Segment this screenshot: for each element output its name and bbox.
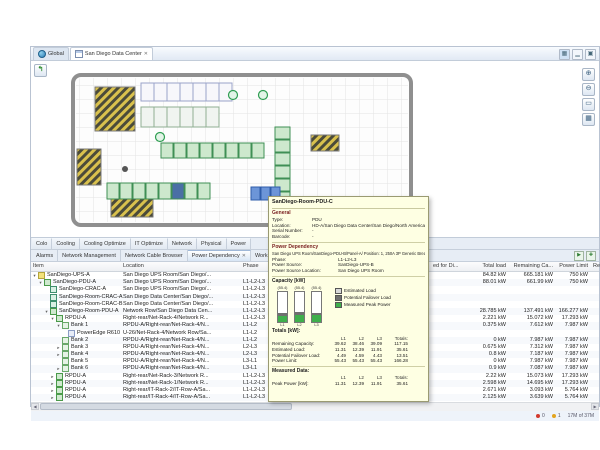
horizontal-scrollbar[interactable]: ◀ ▶ (31, 402, 599, 411)
device-icon (68, 330, 75, 337)
device-icon (62, 337, 69, 344)
status-bar: 0 1 17M of 37M (31, 411, 599, 421)
device-icon (56, 380, 63, 387)
section-capacity: Capacity [kW] (272, 279, 425, 285)
map-zoom-toolbar: ⊕ ⊖ ▭ ▦ (582, 68, 595, 126)
perspective-tab[interactable]: IT Optimize (131, 238, 168, 249)
legend-chip (335, 288, 342, 294)
warning-icon (552, 414, 556, 418)
editor-tab[interactable]: Global ✕ (33, 47, 69, 60)
capacity-chart: (55.4) L1 (55.4) L2 (55.4) L3 Estimated … (272, 285, 425, 327)
layers-icon[interactable]: ▦ (582, 113, 595, 126)
capacity-bar: (55.4) L1 (276, 286, 289, 327)
editor-tabbar-buttons: ▦ ▁ ▣ (559, 49, 596, 60)
device-icon (62, 365, 69, 372)
device-icon (50, 308, 57, 315)
zoom-in-icon[interactable]: ⊕ (582, 68, 595, 81)
section-measured: Measured Data: (272, 369, 425, 375)
export-icon[interactable]: ▶ (574, 251, 584, 261)
view-tab[interactable]: Power Dependency ✕ (188, 250, 251, 261)
zoom-fit-icon[interactable]: ▭ (582, 98, 595, 111)
perspective-tab[interactable]: Network (168, 238, 197, 249)
restore-icon[interactable]: ▣ (585, 49, 596, 60)
view-grid-icon[interactable]: ▦ (559, 49, 570, 60)
status-item: 17M of 37M (568, 413, 594, 419)
col-phase[interactable]: Phase (243, 263, 259, 269)
totals-row: Peak Power [kW]:11.31 12.3911.91 35.61 (272, 381, 425, 387)
zoom-out-icon[interactable]: ⊖ (582, 83, 595, 96)
rack-row-second (141, 107, 219, 127)
rack-row-bottom (107, 183, 210, 199)
device-icon (56, 394, 63, 401)
status-item: 0 (536, 413, 545, 419)
table-settings-icon[interactable]: ✚ (586, 251, 596, 261)
totals-row: Power Limit:55.43 55.4355.43 166.28 (272, 358, 425, 364)
section-general: General (272, 211, 425, 217)
globe-icon (38, 50, 46, 58)
rack-row-middle (161, 143, 264, 158)
table-toolbar: ▶ ✚ (574, 251, 596, 261)
device-icon (56, 387, 63, 394)
divider (272, 242, 425, 243)
scroll-left-icon[interactable]: ◀ (31, 403, 39, 410)
section-totals: Totals [kW]: (272, 329, 425, 335)
device-icon (62, 322, 69, 329)
capacity-legend: Estimated Load Potential Failover Load M… (335, 288, 391, 309)
scroll-right-icon[interactable]: ▶ (591, 403, 599, 410)
close-icon[interactable]: ✕ (144, 52, 148, 57)
status-item: 1 (552, 413, 561, 419)
perspective-tab[interactable]: Power (227, 238, 252, 249)
rack-row-top (141, 83, 232, 101)
view-tab[interactable]: Alarms ✕ (32, 250, 58, 261)
legend-item: Estimated Load (335, 288, 391, 294)
screenshot-canvas: Global ✕ San Diego Data Center ✕ ▦ ▁ ▣ ↰… (0, 0, 600, 450)
legend-chip (335, 295, 342, 301)
editor-tabbar: Global ✕ San Diego Data Center ✕ ▦ ▁ ▣ (31, 47, 599, 61)
perspective-tab[interactable]: Cooling Optimize (80, 238, 131, 249)
device-tooltip: SanDiego-Room-PDU-C General Type:PDU Loc… (268, 196, 429, 402)
pan-tool-icon[interactable]: ↰ (34, 64, 47, 77)
device-icon (62, 344, 69, 351)
view-tab[interactable]: Network Cable Browser ✕ (121, 250, 188, 261)
field-row: Power Source Location:San Diego UPS Room (272, 268, 425, 274)
perspective-tab[interactable]: Physical (197, 238, 226, 249)
col-next[interactable]: Re... (593, 263, 600, 269)
error-icon (536, 414, 540, 418)
operator-marker (122, 166, 128, 172)
close-icon[interactable]: ✕ (242, 254, 246, 259)
section-power-dependency: Power Dependency (272, 245, 425, 251)
device-icon (38, 272, 45, 279)
device-icon (50, 301, 57, 308)
minimize-icon[interactable]: ▁ (572, 49, 583, 60)
legend-item: Potential Failover Load (335, 295, 391, 301)
col-item[interactable]: Item (33, 263, 44, 269)
legend-item: Measured Peak Power (335, 302, 391, 308)
tooltip-title: SanDiego-Room-PDU-C (272, 199, 425, 209)
device-icon (62, 351, 69, 358)
col-location[interactable]: Location (123, 263, 144, 269)
capacity-bar: (55.4) L3 (310, 286, 323, 327)
divider (272, 366, 425, 367)
legend-chip (335, 302, 342, 308)
device-icon (56, 315, 63, 322)
scrollbar-thumb[interactable] (40, 403, 292, 410)
layout-icon (75, 50, 83, 58)
device-icon (62, 358, 69, 365)
divider (272, 276, 425, 277)
perspective-tab[interactable]: Cooling (52, 238, 80, 249)
perspective-tab[interactable]: Colo (32, 238, 52, 249)
device-icon (44, 279, 51, 286)
device-icon (50, 294, 57, 301)
field-row: Barcode:- (272, 234, 425, 240)
device-icon (56, 373, 63, 380)
editor-tab[interactable]: San Diego Data Center ✕ (70, 47, 153, 60)
capacity-bar: (55.4) L2 (293, 286, 306, 327)
view-tab[interactable]: Network Management ✕ (58, 250, 121, 261)
device-icon (50, 286, 57, 293)
col-power-limit[interactable]: Power Limit (528, 263, 588, 269)
